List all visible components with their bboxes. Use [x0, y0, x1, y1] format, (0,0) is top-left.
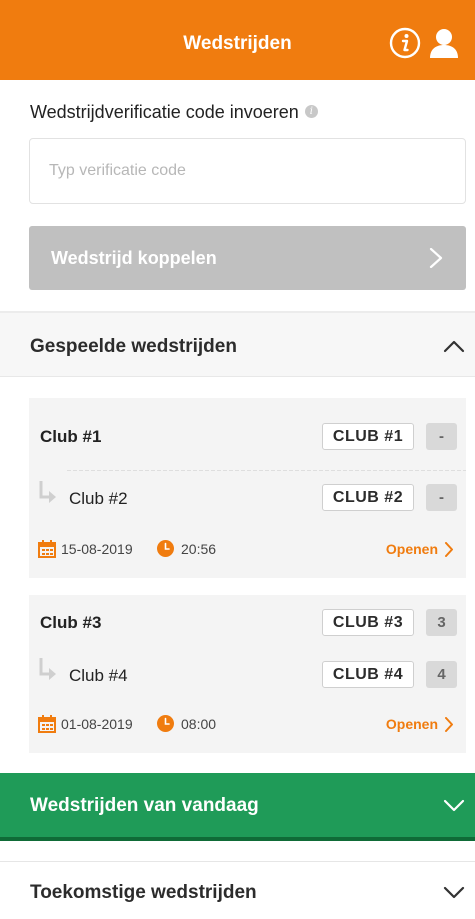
match-time: 08:00: [181, 716, 217, 732]
home-club-tag: CLUB #3: [322, 609, 414, 636]
section-played-matches[interactable]: Gespeelde wedstrijden: [0, 311, 475, 377]
chevron-right-icon: [429, 248, 443, 268]
section-future-matches[interactable]: Toekomstige wedstrijden: [0, 861, 475, 919]
section-today-matches[interactable]: Wedstrijden van vandaag: [0, 773, 475, 841]
info-icon[interactable]: i: [304, 105, 318, 118]
clock-icon: [157, 715, 174, 732]
verification-code-input[interactable]: [29, 138, 466, 204]
match-date: 01-08-2019: [61, 716, 133, 732]
subdirectory-arrow-icon: [39, 658, 56, 680]
away-score: 4: [426, 661, 457, 688]
away-score: -: [426, 484, 457, 511]
calendar-icon: [38, 715, 56, 733]
home-team-name: Club #3: [40, 613, 102, 632]
section-future-title: Toekomstige wedstrijden: [30, 882, 257, 903]
home-score: -: [426, 423, 457, 450]
app-header: Wedstrijden: [0, 0, 475, 80]
calendar-icon: [38, 540, 56, 558]
match-time: 20:56: [181, 541, 217, 557]
chevron-right-icon: [445, 717, 453, 732]
match-card: Club #1 CLUB #1 - Club #2 CLUB #2 - 15-0…: [29, 398, 466, 578]
subdirectory-arrow-icon: [39, 481, 56, 503]
user-icon[interactable]: [429, 27, 459, 59]
verification-label-text: Wedstrijdverificatie code invoeren: [30, 102, 299, 122]
chevron-down-icon: [443, 886, 465, 899]
open-match-label: Openen: [385, 541, 438, 557]
link-match-button[interactable]: Wedstrijd koppelen: [29, 226, 466, 290]
away-club-tag: CLUB #2: [322, 484, 414, 511]
away-club-tag: CLUB #4: [322, 661, 414, 688]
open-match-link[interactable]: Openen: [386, 539, 454, 559]
clock-icon: [157, 540, 174, 557]
link-match-button-label: Wedstrijd koppelen: [51, 248, 217, 268]
open-match-link[interactable]: Openen: [386, 714, 454, 734]
chevron-up-icon: [443, 340, 465, 353]
away-team-name: Club #4: [69, 666, 128, 685]
section-played-title: Gespeelde wedstrijden: [30, 336, 237, 357]
section-today-title: Wedstrijden van vandaag: [30, 795, 259, 816]
home-score: 3: [426, 609, 457, 636]
open-match-label: Openen: [385, 716, 438, 732]
home-club-tag: CLUB #1: [322, 423, 414, 450]
match-date: 15-08-2019: [61, 541, 133, 557]
chevron-right-icon: [445, 542, 453, 557]
verification-label: Wedstrijdverificatie code invoeren i: [30, 102, 318, 123]
chevron-down-icon: [443, 799, 465, 812]
divider: [67, 470, 466, 471]
info-circle-icon[interactable]: [389, 27, 421, 59]
match-card: Club #3 CLUB #3 3 Club #4 CLUB #4 4 01-0…: [29, 595, 466, 753]
home-team-name: Club #1: [40, 427, 102, 446]
away-team-name: Club #2: [69, 489, 128, 508]
